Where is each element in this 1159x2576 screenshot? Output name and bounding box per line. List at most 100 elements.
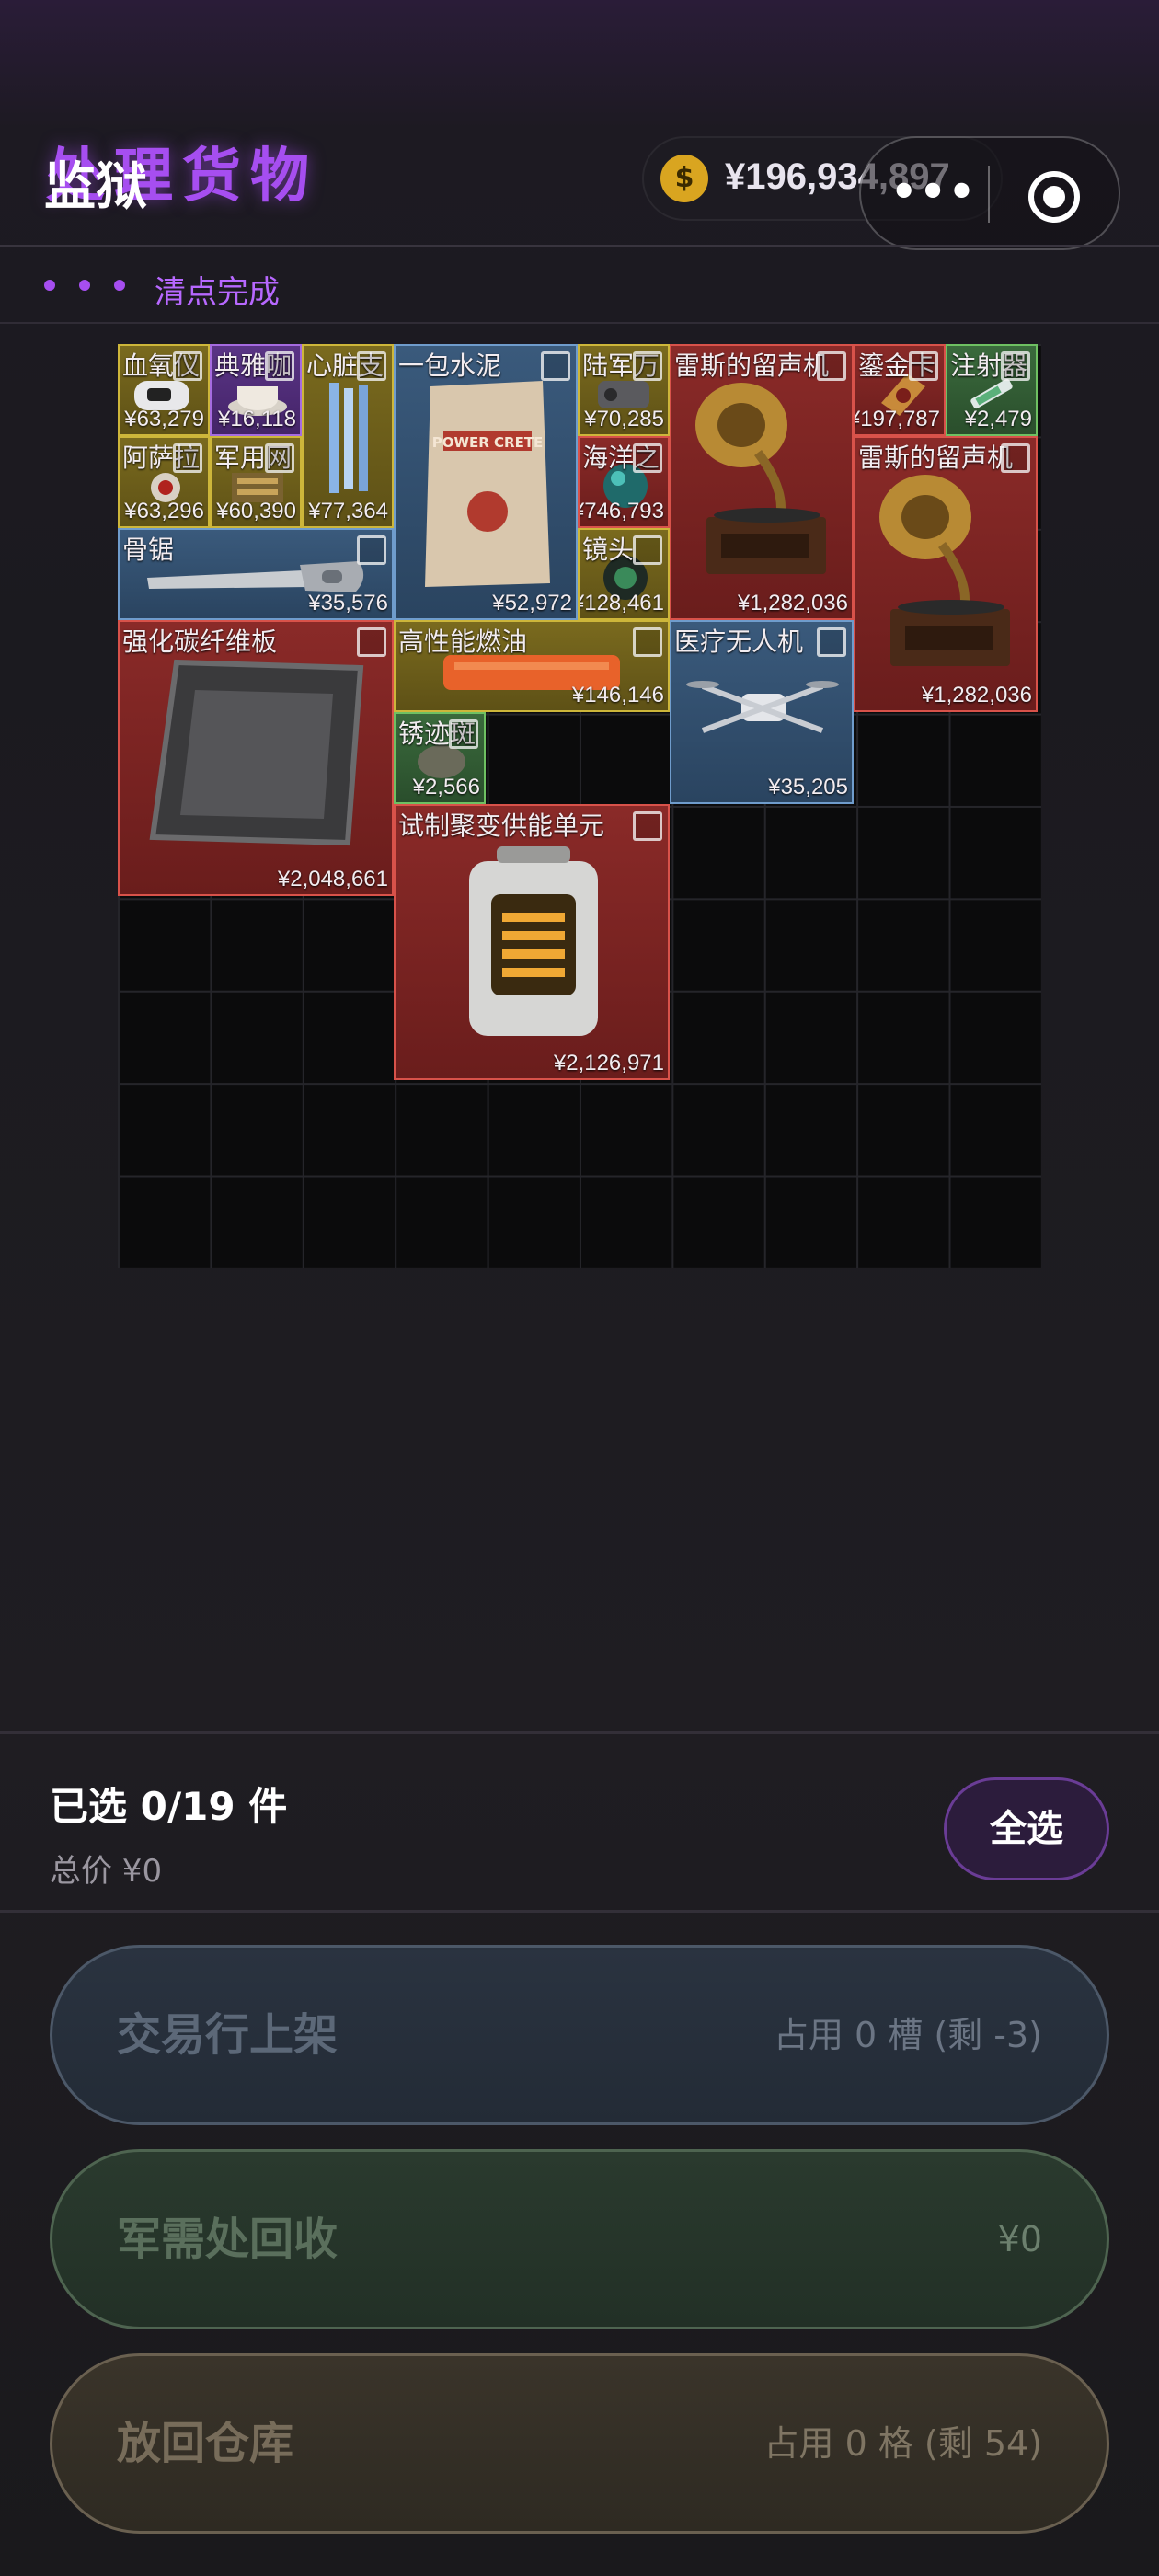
item-name: 骨锯 xyxy=(122,535,175,565)
item-name: 试制聚变供能单元 xyxy=(398,811,605,841)
item-checkbox[interactable] xyxy=(817,627,846,657)
selected-count: 已选 0/19 件 xyxy=(50,1784,288,1829)
item-heart-stent[interactable]: 心脏支 ¥77,364 xyxy=(302,344,394,528)
capsule-divider xyxy=(988,166,990,223)
action-info: 占用 0 格 (剩 54) xyxy=(763,2423,1043,2464)
cement-brand-text: POWER CRETE xyxy=(432,434,544,451)
item-price: ¥35,205 xyxy=(768,775,848,799)
item-asala[interactable]: 阿萨拉 ¥63,296 xyxy=(118,436,210,528)
item-checkbox[interactable] xyxy=(265,443,294,473)
item-price: ¥197,787 xyxy=(854,407,940,431)
item-price: ¥52,972 xyxy=(492,591,572,615)
item-camera-lens[interactable]: 镜头 ¥128,461 xyxy=(578,528,670,620)
panel-divider xyxy=(0,1731,1159,1734)
item-syringe[interactable]: 注射器 ¥2,479 xyxy=(946,344,1038,436)
item-fuel-canister[interactable]: 高性能燃油 ¥146,146 xyxy=(394,620,670,712)
list-on-market-button[interactable]: 交易行上架 占用 0 槽 (剩 -3) xyxy=(50,1945,1109,2125)
item-price: ¥2,126,971 xyxy=(553,1051,664,1075)
item-price: ¥1,282,036 xyxy=(921,683,1032,707)
header: 处理货物 监狱 $ ¥196,934,897 ••• xyxy=(0,0,1159,250)
recycle-button[interactable]: 军需处回收 ¥0 xyxy=(50,2149,1109,2329)
cement-bag-icon: POWER CRETE xyxy=(425,381,550,587)
item-checkbox[interactable] xyxy=(173,443,202,473)
item-fusion-power-unit[interactable]: 试制聚变供能单元 ¥2,126,971 xyxy=(394,804,670,1080)
power-unit-icon xyxy=(469,846,598,1036)
item-gilded-card[interactable]: 鎏金卡 ¥197,787 xyxy=(854,344,946,436)
return-to-warehouse-button[interactable]: 放回仓库 占用 0 格 (剩 54) xyxy=(50,2353,1109,2534)
armor-plate-icon xyxy=(149,659,364,846)
item-checkbox[interactable] xyxy=(817,351,846,381)
status-dot-icon xyxy=(44,280,55,291)
header-divider xyxy=(0,245,1159,247)
item-checkbox[interactable] xyxy=(173,351,202,381)
item-price: ¥1,282,036 xyxy=(737,591,848,615)
item-name: 高性能燃油 xyxy=(398,627,528,657)
status-dot-icon xyxy=(114,280,125,291)
item-checkbox[interactable] xyxy=(357,535,386,565)
action-label: 放回仓库 xyxy=(117,2418,294,2469)
stent-icon xyxy=(329,383,368,493)
inventory-grid: 血氧仪 ¥63,279 典雅咖 ¥16,118 心脏支 ¥77,364 POWE… xyxy=(118,344,1041,1268)
item-gramophone[interactable]: 雷斯的留声机 ¥1,282,036 xyxy=(670,344,854,620)
status-dot-icon xyxy=(79,280,90,291)
item-name: 镜头 xyxy=(582,535,635,565)
item-price: ¥146,146 xyxy=(571,683,664,707)
item-price: ¥77,364 xyxy=(308,499,388,523)
item-checkbox[interactable] xyxy=(633,811,662,841)
action-info: 占用 0 槽 (剩 -3) xyxy=(773,2015,1042,2055)
drone-icon xyxy=(686,681,839,733)
item-price: ¥16,118 xyxy=(218,407,296,431)
item-name: 强化碳纤维板 xyxy=(122,627,278,657)
action-info: ¥0 xyxy=(997,2219,1042,2260)
item-bone-saw[interactable]: 骨锯 ¥35,576 xyxy=(118,528,394,620)
item-price: ¥2,479 xyxy=(964,407,1032,431)
item-price: ¥35,576 xyxy=(308,591,388,615)
item-price: ¥2,566 xyxy=(412,775,480,799)
item-price: ¥746,793 xyxy=(578,499,664,523)
coin-icon: $ xyxy=(660,155,708,202)
item-military-net[interactable]: 军用网 ¥60,390 xyxy=(210,436,302,528)
panel-divider xyxy=(0,1910,1159,1913)
item-ocean-tear[interactable]: 海洋之 ¥746,793 xyxy=(578,436,670,528)
item-checkbox[interactable] xyxy=(449,719,478,749)
item-checkbox[interactable] xyxy=(265,351,294,381)
total-price: 总价 ¥0 xyxy=(50,1853,163,1890)
item-name: 一包水泥 xyxy=(398,351,502,381)
more-icon[interactable]: ••• xyxy=(890,170,977,213)
item-price: ¥63,279 xyxy=(124,407,204,431)
item-checkbox[interactable] xyxy=(909,351,938,381)
item-army-knife[interactable]: 陆军万 ¥70,285 xyxy=(578,344,670,436)
item-checkbox[interactable] xyxy=(1001,351,1030,381)
item-checkbox[interactable] xyxy=(1001,443,1030,473)
item-checkbox[interactable] xyxy=(633,351,662,381)
item-price: ¥128,461 xyxy=(578,591,664,615)
item-price: ¥63,296 xyxy=(124,499,204,523)
gramophone-icon xyxy=(695,383,826,574)
item-price: ¥70,285 xyxy=(584,407,664,431)
item-price: ¥2,048,661 xyxy=(277,867,388,891)
item-checkbox[interactable] xyxy=(357,627,386,657)
item-coffee-set[interactable]: 典雅咖 ¥16,118 xyxy=(210,344,302,436)
select-all-button[interactable]: 全选 xyxy=(944,1777,1109,1880)
item-checkbox[interactable] xyxy=(633,443,662,473)
item-name: 雷斯的留声机 xyxy=(858,443,1014,473)
item-name: 雷斯的留声机 xyxy=(674,351,830,381)
close-target-icon[interactable] xyxy=(1028,171,1080,223)
item-name: 医疗无人机 xyxy=(674,627,804,657)
item-rusty-item[interactable]: 锈迹斑 ¥2,566 xyxy=(394,712,486,804)
status-text: 清点完成 xyxy=(155,274,280,311)
item-checkbox[interactable] xyxy=(541,351,570,381)
gramophone-icon xyxy=(879,475,1010,666)
status-divider xyxy=(0,322,1159,324)
item-carbon-fiber-plate[interactable]: 强化碳纤维板 ¥2,048,661 xyxy=(118,620,394,896)
item-blood-oximeter[interactable]: 血氧仪 ¥63,279 xyxy=(118,344,210,436)
item-checkbox[interactable] xyxy=(357,351,386,381)
item-cement-bag[interactable]: POWER CRETE 一包水泥 ¥52,972 xyxy=(394,344,578,620)
item-gramophone[interactable]: 雷斯的留声机 ¥1,282,036 xyxy=(854,436,1038,712)
page-title: 监狱 xyxy=(44,157,147,217)
action-label: 交易行上架 xyxy=(117,2009,339,2061)
item-checkbox[interactable] xyxy=(633,627,662,657)
action-label: 军需处回收 xyxy=(117,2214,339,2265)
item-checkbox[interactable] xyxy=(633,535,662,565)
item-medical-drone[interactable]: 医疗无人机 ¥35,205 xyxy=(670,620,854,804)
